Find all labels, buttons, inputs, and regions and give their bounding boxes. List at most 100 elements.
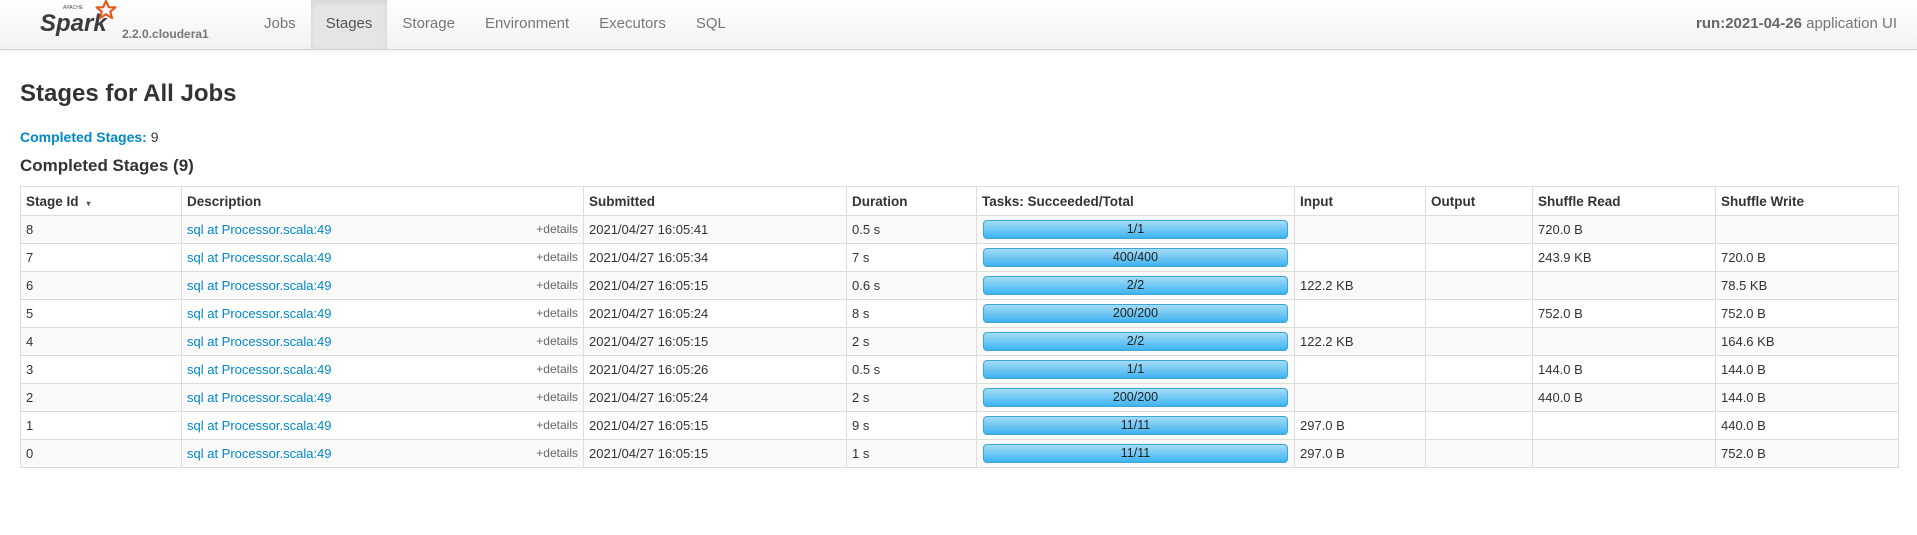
description-cell: sql at Processor.scala:49 +details <box>181 383 584 412</box>
submitted-time: 2021/04/27 16:05:15 <box>583 271 847 300</box>
task-progress-label: 1/1 <box>1126 362 1145 376</box>
tasks-cell: 1/1 <box>976 355 1295 384</box>
duration: 0.5 s <box>846 215 977 244</box>
task-progress-bar: 11/11 <box>983 444 1288 463</box>
duration: 8 s <box>846 299 977 328</box>
tab-sql[interactable]: SQL <box>681 0 741 49</box>
table-row: 3 sql at Processor.scala:49 +details 202… <box>20 355 1899 384</box>
top-navbar: APACHE Spark 2.2.0.cloudera1 Jobs Stages… <box>0 0 1917 50</box>
output-size <box>1425 439 1533 468</box>
task-progress-bar: 2/2 <box>983 276 1288 295</box>
details-toggle[interactable]: +details <box>536 362 578 376</box>
details-toggle[interactable]: +details <box>536 390 578 404</box>
stage-description-link[interactable]: sql at Processor.scala:49 <box>187 362 332 377</box>
application-title: run:2021-04-26 application UI <box>1696 0 1897 49</box>
details-toggle[interactable]: +details <box>536 334 578 348</box>
sort-desc-icon: ▾ <box>86 198 91 208</box>
shuffle-read: 720.0 B <box>1532 215 1716 244</box>
task-progress-label: 1/1 <box>1126 222 1145 236</box>
input-size <box>1294 243 1426 272</box>
output-size <box>1425 383 1533 412</box>
details-toggle[interactable]: +details <box>536 250 578 264</box>
tasks-cell: 2/2 <box>976 271 1295 300</box>
input-size <box>1294 299 1426 328</box>
details-toggle[interactable]: +details <box>536 222 578 236</box>
details-toggle[interactable]: +details <box>536 418 578 432</box>
description-cell: sql at Processor.scala:49 +details <box>181 327 584 356</box>
page-title: Stages for All Jobs <box>20 80 237 107</box>
column-header-submitted[interactable]: Submitted <box>583 186 847 216</box>
stage-rows: 8 sql at Processor.scala:49 +details 202… <box>20 215 1899 468</box>
table-row: 0 sql at Processor.scala:49 +details 202… <box>20 439 1899 468</box>
stage-id: 1 <box>20 411 182 440</box>
stage-description-link[interactable]: sql at Processor.scala:49 <box>187 334 332 349</box>
shuffle-write: 752.0 B <box>1715 299 1899 328</box>
stage-description-link[interactable]: sql at Processor.scala:49 <box>187 222 332 237</box>
stage-description-link[interactable]: sql at Processor.scala:49 <box>187 390 332 405</box>
column-header-shuffle-write[interactable]: Shuffle Write <box>1715 186 1899 216</box>
input-size: 122.2 KB <box>1294 271 1426 300</box>
stage-description-link[interactable]: sql at Processor.scala:49 <box>187 278 332 293</box>
shuffle-write: 720.0 B <box>1715 243 1899 272</box>
task-progress-label: 200/200 <box>1112 390 1159 404</box>
details-toggle[interactable]: +details <box>536 446 578 460</box>
task-progress-label: 11/11 <box>1120 446 1151 460</box>
column-header-output[interactable]: Output <box>1425 186 1533 216</box>
stage-summary: Completed Stages: 9 <box>20 128 1898 146</box>
task-progress-bar: 1/1 <box>983 360 1288 379</box>
column-header-stage-id[interactable]: Stage Id ▾ <box>20 186 182 216</box>
tab-executors[interactable]: Executors <box>584 0 681 49</box>
duration: 7 s <box>846 243 977 272</box>
tab-environment[interactable]: Environment <box>470 0 584 49</box>
svg-text:Spark: Spark <box>40 10 108 37</box>
table-row: 1 sql at Processor.scala:49 +details 202… <box>20 411 1899 440</box>
duration: 0.5 s <box>846 355 977 384</box>
tasks-cell: 200/200 <box>976 299 1295 328</box>
table-row: 6 sql at Processor.scala:49 +details 202… <box>20 271 1899 300</box>
task-progress-bar: 1/1 <box>983 220 1288 239</box>
output-size <box>1425 215 1533 244</box>
table-header-row: Stage Id ▾ Description Submitted Duration… <box>20 186 1899 216</box>
completed-stages-link[interactable]: Completed Stages: <box>20 129 147 145</box>
spark-logo-icon: APACHE Spark <box>40 0 117 37</box>
stage-description-link[interactable]: sql at Processor.scala:49 <box>187 250 332 265</box>
tab-storage[interactable]: Storage <box>387 0 470 49</box>
input-size <box>1294 383 1426 412</box>
submitted-time: 2021/04/27 16:05:15 <box>583 327 847 356</box>
column-header-input[interactable]: Input <box>1294 186 1426 216</box>
shuffle-write: 144.0 B <box>1715 355 1899 384</box>
tab-jobs[interactable]: Jobs <box>249 0 311 49</box>
stage-description-link[interactable]: sql at Processor.scala:49 <box>187 446 332 461</box>
details-toggle[interactable]: +details <box>536 278 578 292</box>
stage-id: 0 <box>20 439 182 468</box>
task-progress-bar: 2/2 <box>983 332 1288 351</box>
shuffle-read <box>1532 327 1716 356</box>
tab-stages[interactable]: Stages <box>310 0 388 49</box>
table-row: 2 sql at Processor.scala:49 +details 202… <box>20 383 1899 412</box>
input-size <box>1294 355 1426 384</box>
column-header-duration[interactable]: Duration <box>846 186 977 216</box>
output-size <box>1425 243 1533 272</box>
stage-description-link[interactable]: sql at Processor.scala:49 <box>187 418 332 433</box>
shuffle-write: 440.0 B <box>1715 411 1899 440</box>
duration: 1 s <box>846 439 977 468</box>
shuffle-read <box>1532 271 1716 300</box>
stage-id: 2 <box>20 383 182 412</box>
submitted-time: 2021/04/27 16:05:41 <box>583 215 847 244</box>
spark-logo-link[interactable]: APACHE Spark 2.2.0.cloudera1 <box>38 0 218 49</box>
column-header-description[interactable]: Description <box>181 186 584 216</box>
duration: 9 s <box>846 411 977 440</box>
shuffle-write: 164.6 KB <box>1715 327 1899 356</box>
stage-id: 3 <box>20 355 182 384</box>
submitted-time: 2021/04/27 16:05:15 <box>583 411 847 440</box>
details-toggle[interactable]: +details <box>536 306 578 320</box>
column-header-tasks[interactable]: Tasks: Succeeded/Total <box>976 186 1295 216</box>
description-cell: sql at Processor.scala:49 +details <box>181 215 584 244</box>
description-cell: sql at Processor.scala:49 +details <box>181 243 584 272</box>
nav-tabs: Jobs Stages Storage Environment Executor… <box>249 0 741 49</box>
stage-description-link[interactable]: sql at Processor.scala:49 <box>187 306 332 321</box>
input-size: 297.0 B <box>1294 411 1426 440</box>
tasks-cell: 2/2 <box>976 327 1295 356</box>
column-header-shuffle-read[interactable]: Shuffle Read <box>1532 186 1716 216</box>
stage-id: 5 <box>20 299 182 328</box>
